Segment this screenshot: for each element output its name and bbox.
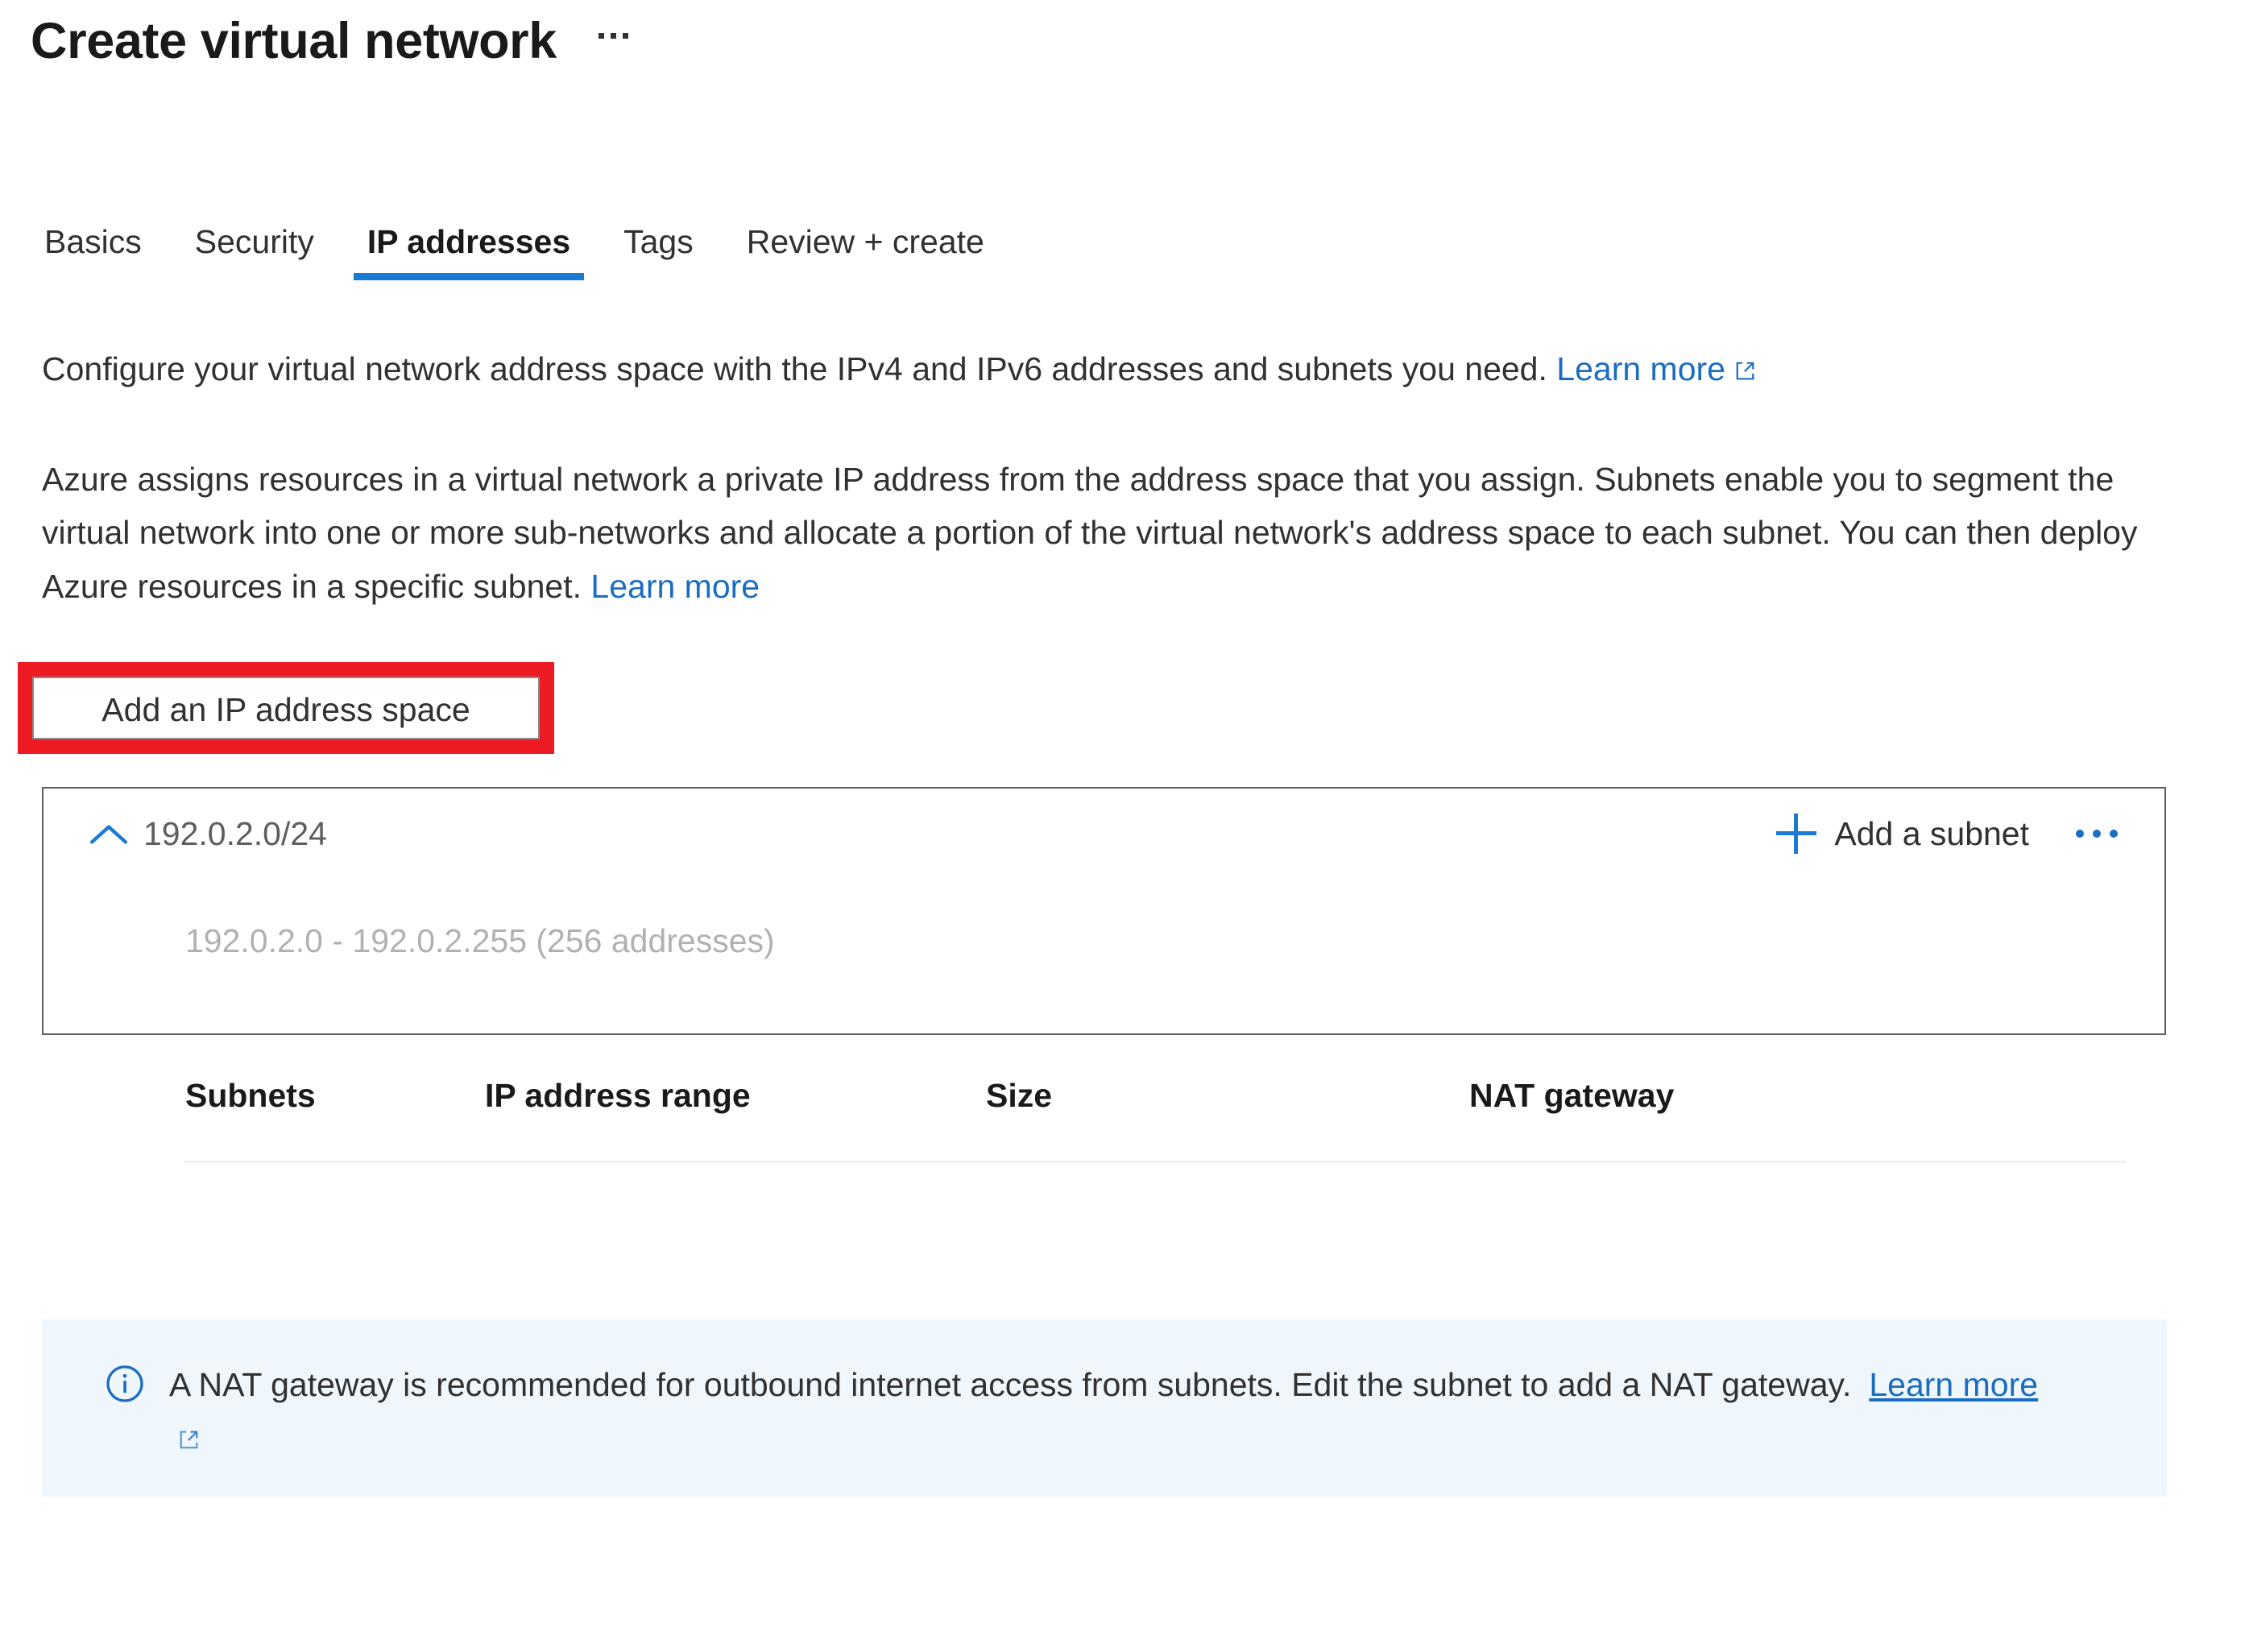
- ellipsis-dot: [610, 32, 616, 39]
- tab-tags[interactable]: Tags: [597, 203, 720, 280]
- tab-security[interactable]: Security: [168, 203, 341, 280]
- address-space-range-summary: 192.0.2.0 - 192.0.2.255 (256 addresses): [185, 922, 775, 959]
- ellipsis-dot: [2076, 830, 2084, 838]
- ellipsis-dot: [2110, 830, 2118, 838]
- nat-gateway-learn-more-link[interactable]: Learn more: [1869, 1366, 2038, 1403]
- ellipsis-dot: [622, 32, 628, 39]
- chevron-up-icon[interactable]: [74, 822, 143, 846]
- page-header: Create virtual network: [31, 13, 628, 70]
- plus-icon: [1776, 814, 1817, 854]
- intro-text-block: Configure your virtual network address s…: [42, 348, 2185, 390]
- nat-gateway-info-banner: A NAT gateway is recommended for outboun…: [42, 1319, 2167, 1497]
- intro-learn-more-label: Learn more: [1556, 350, 1725, 387]
- intro-learn-more-link[interactable]: Learn more: [1556, 350, 1725, 387]
- address-space-card-header: 192.0.2.0/24 Add a subnet: [43, 789, 2164, 879]
- nat-gateway-info-banner-text: A NAT gateway is recommended for outboun…: [169, 1366, 1852, 1403]
- address-space-overflow-ellipsis-icon[interactable]: [2071, 820, 2123, 847]
- info-circle-icon: [105, 1364, 145, 1404]
- create-virtual-network-page: Create virtual network Basics Security I…: [0, 0, 2249, 1652]
- column-header-ip-address-range: IP address range: [485, 1077, 751, 1114]
- nat-gateway-learn-more-label: Learn more: [1869, 1366, 2039, 1403]
- description-paragraph: Azure assigns resources in a virtual net…: [42, 453, 2181, 613]
- external-link-icon[interactable]: [178, 1429, 200, 1451]
- column-header-nat-gateway: NAT gateway: [1469, 1077, 1675, 1114]
- add-subnet-label: Add a subnet: [1834, 814, 2029, 852]
- description-learn-more-label: Learn more: [590, 567, 760, 605]
- subnets-table-header-row: Subnets IP address range Size NAT gatewa…: [185, 1077, 2126, 1161]
- ellipsis-icon[interactable]: [598, 32, 628, 50]
- address-space-card: 192.0.2.0/24 Add a subnet 192.0.2.0 - 19…: [42, 787, 2166, 1163]
- tab-ip-addresses[interactable]: IP addresses: [341, 203, 597, 280]
- nat-gateway-info-banner-content: A NAT gateway is recommended for outboun…: [105, 1358, 2119, 1465]
- address-space-cidr: 192.0.2.0/24: [143, 814, 327, 852]
- page-title: Create virtual network: [31, 13, 557, 69]
- tab-bar: Basics Security IP addresses Tags Review…: [18, 203, 1011, 280]
- description-learn-more-link[interactable]: Learn more: [590, 568, 760, 605]
- add-subnet-button[interactable]: Add a subnet: [1776, 814, 2029, 854]
- add-ip-address-space-highlight: Add an IP address space: [18, 662, 554, 754]
- subnets-table: Subnets IP address range Size NAT gatewa…: [185, 1077, 2126, 1163]
- ellipsis-dot: [2093, 830, 2101, 838]
- address-space-card-actions: Add a subnet: [1776, 814, 2164, 854]
- nat-gateway-info-banner-text-block: A NAT gateway is recommended for outboun…: [169, 1358, 2038, 1465]
- column-header-size: Size: [986, 1077, 1053, 1114]
- column-header-subnets: Subnets: [185, 1077, 316, 1114]
- tab-review-create[interactable]: Review + create: [720, 203, 1011, 280]
- tab-basics[interactable]: Basics: [18, 203, 168, 280]
- ellipsis-dot: [598, 32, 604, 39]
- external-link-icon[interactable]: [1734, 360, 1756, 382]
- description-text: Azure assigns resources in a virtual net…: [42, 461, 2138, 605]
- subnets-table-divider: [185, 1161, 2126, 1163]
- add-ip-address-space-button[interactable]: Add an IP address space: [32, 677, 540, 739]
- intro-text: Configure your virtual network address s…: [42, 350, 1547, 387]
